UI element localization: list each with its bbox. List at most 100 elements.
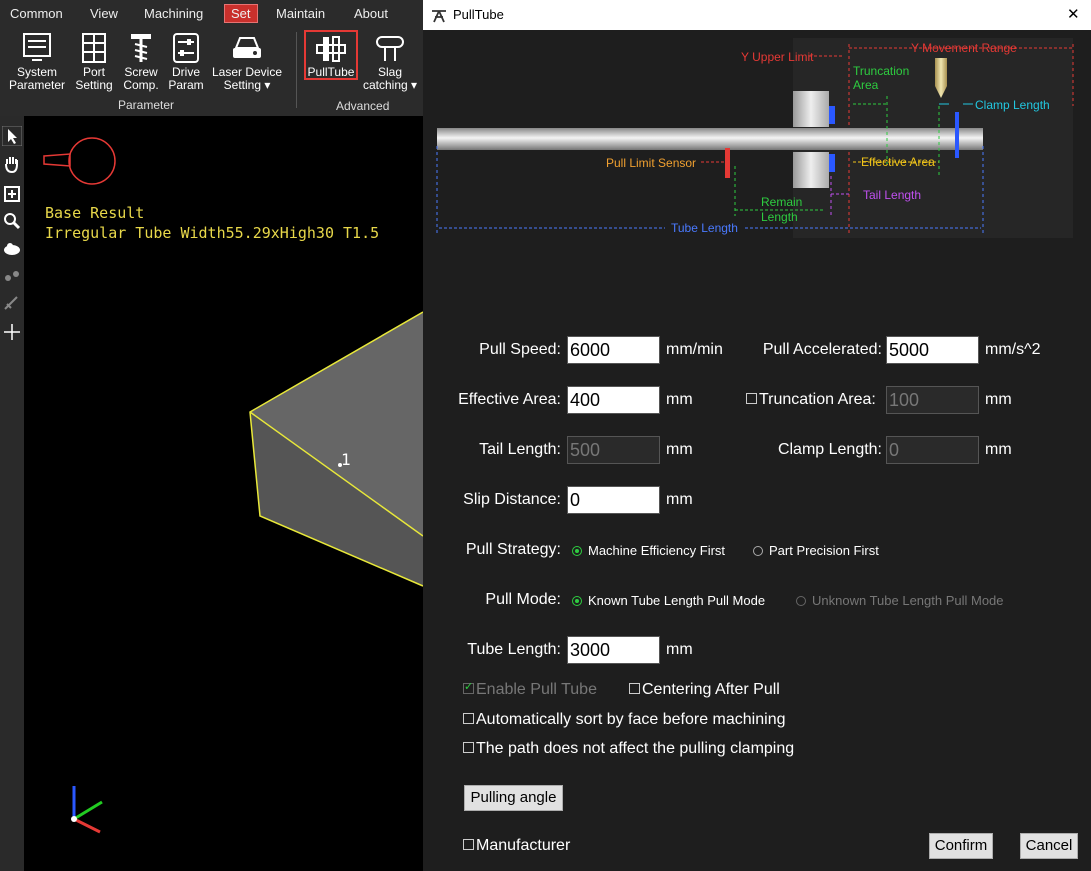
pull-strategy-label: Pull Strategy: [465,541,561,558]
radio-part-precision-label: Part Precision First [769,543,879,558]
cancel-button[interactable]: Cancel [1020,833,1078,859]
path-not-affect-box[interactable] [463,742,474,753]
close-icon[interactable]: ✕ [1067,5,1080,23]
enable-pull-tube-label: Enable Pull Tube [476,681,597,698]
menu-bar: Common View Machining Set Maintain About [0,0,423,28]
zoom-icon[interactable] [2,211,22,231]
radio-dot-selected[interactable] [572,596,582,606]
diagram-remain-2: Length [761,210,798,224]
radio-part-precision[interactable]: Part Precision First [753,543,879,558]
zoom-fit-icon[interactable] [2,184,22,204]
pulltube-label: PullTube [307,65,355,79]
centering-after-pull-checkbox[interactable]: Centering After Pull [629,681,780,699]
section-circle-icon [68,137,116,185]
effective-area-unit: mm [666,391,693,408]
measure-icon[interactable] [2,266,22,286]
effective-area-input[interactable] [567,386,660,414]
pull-speed-input[interactable] [567,336,660,364]
diagram-truncation-1: Truncation [853,64,910,78]
port-icon [82,33,106,63]
section-handle-shape [43,153,71,167]
port-setting-label-2: Setting [75,78,113,92]
path-not-affect-checkbox[interactable]: The path does not affect the pulling cla… [463,740,794,758]
slag-catching-button[interactable]: Slag catching ▾ [360,32,420,92]
truncation-area-checkbox[interactable]: Truncation Area: [746,391,876,409]
path-not-affect-label: The path does not affect the pulling cla… [476,740,795,757]
base-result-text: Base Result [45,204,145,222]
manufacturer-box[interactable] [463,839,474,850]
tail-length-label: Tail Length: [479,441,561,458]
tail-length-unit: mm [666,441,693,458]
menu-set[interactable]: Set [224,4,258,23]
pull-accelerated-label: Pull Accelerated: [762,341,882,358]
tube-length-unit: mm [666,641,693,658]
laser-device-icon [233,37,261,58]
drive-param-button[interactable]: Drive Param [166,32,206,92]
clamp-length-unit: mm [985,441,1012,458]
ruler-icon[interactable] [2,294,22,314]
diagram-pull-limit-sensor: Pull Limit Sensor [606,156,697,170]
tube-length-input[interactable] [567,636,660,664]
auto-sort-box[interactable] [463,713,474,724]
system-parameter-button[interactable]: System Parameter [6,32,68,92]
pull-mode-label: Pull Mode: [485,591,561,608]
menu-maintain[interactable]: Maintain [276,6,325,21]
confirm-button[interactable]: Confirm [929,833,993,859]
truncation-area-input [886,386,979,414]
manufacturer-checkbox[interactable]: Manufacturer [463,837,570,855]
diagram-y-movement-range: Y Movement Range [911,41,1017,55]
radio-unknown-tube-length-label: Unknown Tube Length Pull Mode [812,593,1004,608]
view-3d-icon[interactable] [2,238,22,258]
auto-sort-label: Automatically sort by face before machin… [476,711,786,728]
monitor-settings-icon [23,33,51,61]
slip-distance-label: Slip Distance: [463,491,561,508]
truncation-area-checkbox-box[interactable] [746,393,757,404]
centering-after-pull-label: Centering After Pull [642,681,780,698]
radio-known-tube-length[interactable]: Known Tube Length Pull Mode [572,593,765,608]
diagram-clamp-length: Clamp Length [975,98,1050,112]
tool-strip [0,116,24,871]
radio-dot-selected[interactable] [572,546,582,556]
screw-comp-button[interactable]: Screw Comp. [120,32,162,92]
manufacturer-label: Manufacturer [476,837,571,854]
truncation-area-label: Truncation Area: [759,391,876,408]
pulltube-icon [316,36,346,62]
pull-accelerated-input[interactable] [886,336,979,364]
radio-dot-disabled [796,596,806,606]
slag-catching-icon [376,36,404,61]
menu-common[interactable]: Common [10,6,63,21]
drive-param-label-2: Param [168,78,204,92]
group-label-advanced: Advanced [336,99,390,113]
radio-unknown-tube-length: Unknown Tube Length Pull Mode [796,593,1004,608]
clamp-length-label: Clamp Length: [777,441,882,458]
radio-dot[interactable] [753,546,763,556]
screw-comp-label-2: Comp. [123,78,159,92]
menu-view[interactable]: View [90,6,118,21]
select-arrow-icon[interactable] [2,126,22,146]
diagram-truncation-2: Area [853,78,879,92]
laser-device-setting-button[interactable]: Laser Device Setting ▾ [208,32,286,92]
slip-distance-unit: mm [666,491,693,508]
slip-distance-input[interactable] [567,486,660,514]
3d-viewport[interactable]: Base Result Irregular Tube Width55.29xHi… [24,116,423,871]
port-setting-button[interactable]: Port Setting [72,32,116,92]
pulling-angle-button[interactable]: Pulling angle [464,785,563,811]
tube-length-label: Tube Length: [467,641,561,658]
diagram-y-upper-limit: Y Upper Limit [741,50,814,64]
pan-hand-icon[interactable] [2,154,22,174]
system-parameter-label-2: Parameter [8,78,66,92]
menu-machining[interactable]: Machining [144,6,203,21]
pulltube-button[interactable]: PullTube [304,30,358,80]
clamp-length-input [886,436,979,464]
diagram-tube-length: Tube Length [671,221,738,235]
radio-known-tube-length-label: Known Tube Length Pull Mode [588,593,766,608]
radio-machine-efficiency[interactable]: Machine Efficiency First [572,543,725,558]
crosshair-icon[interactable] [2,322,22,342]
pulltube-diagram: Y Upper Limit Y Movement Range Truncatio… [435,36,1091,246]
menu-about[interactable]: About [354,6,388,21]
axis-triad-icon [71,786,103,834]
centering-after-pull-box[interactable] [629,683,640,694]
radio-machine-efficiency-label: Machine Efficiency First [588,543,726,558]
pull-speed-label: Pull Speed: [479,341,561,358]
auto-sort-checkbox[interactable]: Automatically sort by face before machin… [463,711,785,729]
